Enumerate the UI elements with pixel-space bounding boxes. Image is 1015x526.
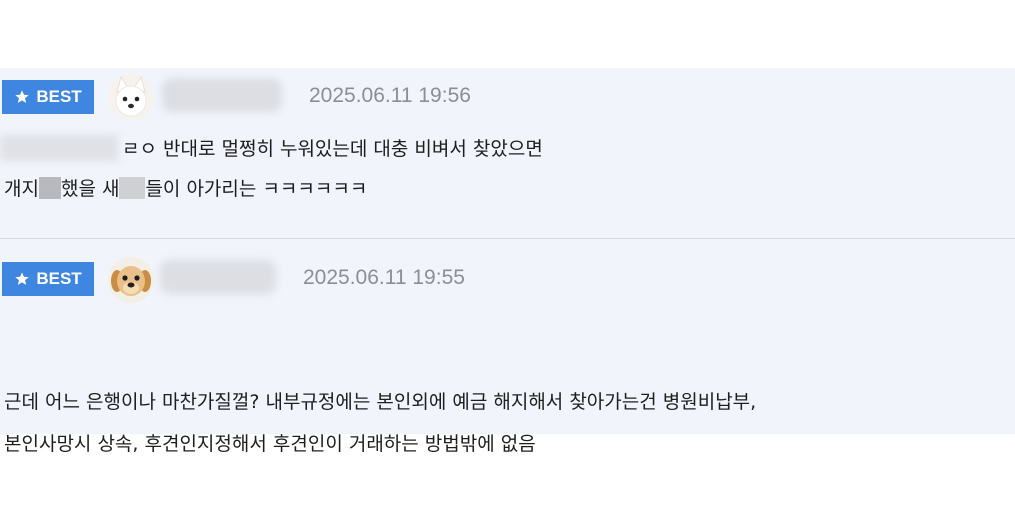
star-icon [14, 89, 30, 105]
comment-text: 개지 [4, 178, 39, 200]
comment-text-line: 근데 어느 은행이나 마찬가질껄? 내부규정에는 본인외에 예금 해지해서 찾아… [4, 387, 756, 414]
comment-text: 본인사망시 상속, 후견인지정해서 후견인이 거래하는 방법밖에 없음 [4, 433, 536, 455]
comment-timestamp: 2025.06.11 19:56 [309, 84, 471, 107]
comment-text: 근데 어느 은행이나 마찬가질껄? 내부규정에는 본인외에 예금 해지해서 찾아… [4, 391, 757, 413]
nickname-redacted [162, 78, 282, 112]
white-dog-avatar-icon[interactable] [108, 74, 154, 120]
best-badge: BEST [2, 80, 94, 114]
comment-text: 했을 새 [60, 178, 120, 200]
best-comments-panel: BEST 2025.06.11 19:56 ㄹㅇ 반대로 멀쩡히 누워있는데 대… [0, 68, 1015, 455]
censor-box [38, 176, 61, 199]
comment-text: 들이 아가리는 ㅋㅋㅋㅋㅋㅋ [145, 178, 368, 200]
redacted-text [0, 134, 118, 161]
comment-text: ㄹㅇ 반대로 멀쩡히 누워있는데 대충 비벼서 찾았으면 [122, 138, 543, 160]
puppy-avatar-icon[interactable] [108, 257, 154, 303]
comment-timestamp: 2025.06.11 19:55 [303, 266, 465, 289]
censor-box [119, 176, 146, 199]
comment: BEST 2025.06.11 19:56 ㄹㅇ 반대로 멀쩡히 누워있는데 대… [0, 68, 1015, 238]
best-badge-label: BEST [36, 269, 82, 288]
nickname-redacted [160, 260, 276, 294]
comment-text-line: 본인사망시 상속, 후견인지정해서 후견인이 거래하는 방법밖에 없음 [4, 429, 536, 456]
best-badge: BEST [2, 262, 94, 296]
comment-text-line: ㄹㅇ 반대로 멀쩡히 누워있는데 대충 비벼서 찾았으면 [0, 134, 543, 161]
comment-text-line: 개지 했을 새 들이 아가리는 ㅋㅋㅋㅋㅋㅋ [4, 174, 367, 201]
comment: BEST 2025.06.11 19:55 근데 어느 은행이나 마찬가질껄? … [0, 239, 1015, 455]
star-icon [14, 271, 30, 287]
best-badge-label: BEST [36, 87, 82, 106]
